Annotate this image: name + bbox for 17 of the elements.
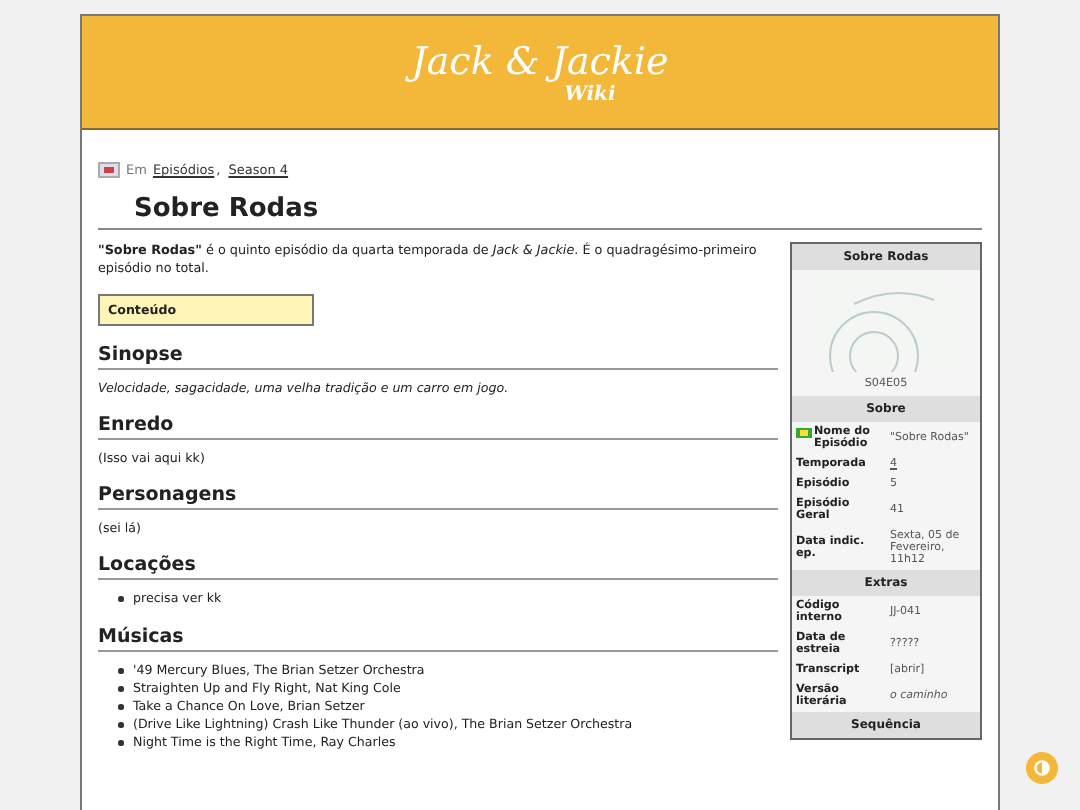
section-heading: Locações (98, 554, 778, 580)
theme-toggle-button[interactable] (1026, 752, 1058, 784)
bullet-icon (118, 686, 123, 692)
page-title: Sobre Rodas (98, 194, 982, 230)
bullet-icon (118, 722, 123, 728)
bullet-icon (118, 668, 123, 674)
bullet-icon (118, 596, 123, 602)
section-heading: Enredo (98, 414, 778, 440)
contrast-icon (1034, 760, 1050, 776)
flag-icon (796, 428, 812, 438)
bullet-icon (118, 704, 123, 710)
section-heading: Músicas (98, 626, 778, 652)
bullet-icon (118, 740, 123, 746)
wiki-logo-subtitle: Wiki (564, 83, 616, 105)
section-heading: Personagens (98, 484, 778, 510)
flag-icon (98, 162, 120, 178)
section-heading: Sinopse (98, 344, 778, 370)
